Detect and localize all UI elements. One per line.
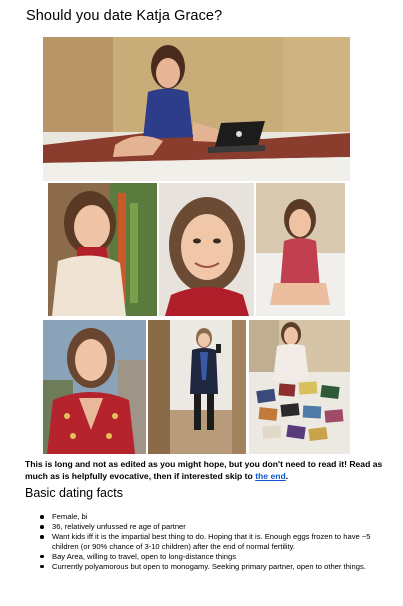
intro-paragraph: This is long and not as edited as you mi…	[25, 458, 383, 482]
photo-selfie-white-top	[48, 183, 157, 316]
page-title: Should you date Katja Grace?	[26, 8, 223, 24]
list-item: 36, relatively unfussed re age of partne…	[38, 522, 383, 532]
intro-text: This is long and not as edited as you mi…	[25, 459, 383, 481]
skip-to-end-link[interactable]: the end	[255, 471, 286, 481]
facts-list: Female, bi 36, relatively unfussed re ag…	[38, 512, 383, 572]
list-item: Bay Area, willing to travel, open to lon…	[38, 552, 383, 562]
list-item: Want kids iff it is the impartial best t…	[38, 532, 383, 551]
list-item: Currently polyamorous but open to monoga…	[38, 562, 383, 572]
photo-mirror-selfie-blazer	[148, 320, 246, 454]
intro-period: .	[285, 471, 289, 481]
photo-sitting-red-dress	[256, 183, 345, 316]
section-heading-basic-facts: Basic dating facts	[25, 486, 123, 500]
photo-red-patterned-top	[43, 320, 146, 454]
photo-books-on-bed	[249, 320, 350, 454]
photo-lying-down-selfie	[159, 183, 254, 316]
list-item: Female, bi	[38, 512, 383, 522]
photo-on-bed-with-laptop	[43, 37, 350, 181]
